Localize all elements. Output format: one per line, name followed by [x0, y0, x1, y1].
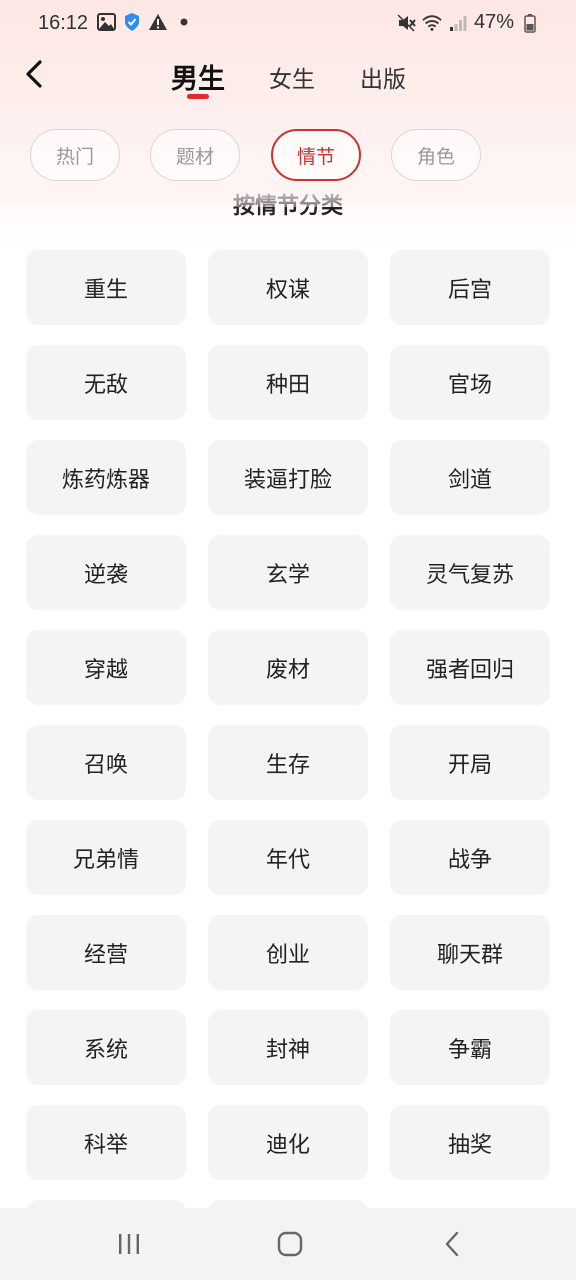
tag-item[interactable]: 炼药炼器 — [26, 440, 186, 515]
tag-item[interactable]: 重生 — [26, 250, 186, 325]
tag-item[interactable]: 系统 — [26, 1010, 186, 1085]
tag-item[interactable]: 争霸 — [390, 1010, 550, 1085]
tag-item[interactable]: 装逼打脸 — [208, 440, 368, 515]
tag-item[interactable]: 聊天群 — [390, 915, 550, 990]
tag-item[interactable]: 灵气复苏 — [390, 535, 550, 610]
tag-item[interactable]: 废材 — [208, 630, 368, 705]
tag-item[interactable]: 年代 — [208, 820, 368, 895]
tag-item[interactable]: 强者回归 — [390, 630, 550, 705]
tag-item[interactable]: 官场 — [390, 345, 550, 420]
tab-publish[interactable]: 出版 — [360, 60, 406, 94]
system-nav-bar — [0, 1208, 576, 1280]
dot-icon — [174, 12, 194, 32]
filter-chip-hot[interactable]: 热门 — [30, 129, 120, 181]
tag-item[interactable]: 生存 — [208, 725, 368, 800]
tag-item[interactable]: 种田 — [208, 345, 368, 420]
home-button[interactable] — [270, 1226, 310, 1262]
filter-chip-plot[interactable]: 情节 — [271, 129, 361, 181]
signal-icon — [448, 13, 468, 33]
shield-check-icon — [122, 12, 142, 32]
system-back-button[interactable] — [432, 1226, 472, 1262]
battery-icon — [520, 13, 540, 33]
tab-male[interactable]: 男生 — [171, 57, 225, 96]
recent-apps-icon — [119, 1234, 139, 1254]
tag-item[interactable]: 召唤 — [26, 725, 186, 800]
tag-item[interactable]: 权谋 — [208, 250, 368, 325]
mute-icon — [396, 13, 416, 33]
image-icon — [96, 12, 116, 32]
tag-item[interactable]: 迪化 — [208, 1105, 368, 1180]
status-bar: 16:12 47% — [0, 0, 576, 46]
chevron-left-icon — [26, 60, 42, 88]
warning-icon — [148, 12, 168, 32]
filter-chips: 热门 题材 情节 角色 — [0, 129, 576, 181]
wifi-icon — [422, 13, 442, 33]
home-icon — [277, 1231, 303, 1257]
tag-item[interactable]: 经营 — [26, 915, 186, 990]
tag-item[interactable]: 逆袭 — [26, 535, 186, 610]
tag-item[interactable]: 玄学 — [208, 535, 368, 610]
battery-percent: 47% — [473, 11, 514, 33]
back-button[interactable] — [16, 56, 52, 92]
tag-item[interactable]: 剑道 — [390, 440, 550, 515]
back-icon — [445, 1231, 459, 1257]
tag-item[interactable]: 穿越 — [26, 630, 186, 705]
filter-chip-theme[interactable]: 题材 — [150, 129, 240, 181]
active-tab-indicator — [187, 94, 209, 99]
tag-item[interactable]: 科举 — [26, 1105, 186, 1180]
tag-item[interactable]: 无敌 — [26, 345, 186, 420]
recent-apps-button[interactable] — [109, 1226, 149, 1262]
status-time: 16:12 — [38, 12, 89, 34]
tag-item[interactable]: 封神 — [208, 1010, 368, 1085]
tag-item[interactable]: 后宫 — [390, 250, 550, 325]
tag-grid: 重生 权谋 后宫 无敌 种田 官场 炼药炼器 装逼打脸 剑道 逆袭 玄学 灵气复… — [0, 0, 576, 1275]
header: 男生 女生 出版 — [0, 46, 576, 116]
tag-item[interactable]: 战争 — [390, 820, 550, 895]
tag-item[interactable]: 创业 — [208, 915, 368, 990]
tag-item[interactable]: 抽奖 — [390, 1105, 550, 1180]
filter-chip-role[interactable]: 角色 — [391, 129, 481, 181]
tab-female[interactable]: 女生 — [269, 60, 315, 94]
tag-item[interactable]: 兄弟情 — [26, 820, 186, 895]
tag-item[interactable]: 开局 — [390, 725, 550, 800]
